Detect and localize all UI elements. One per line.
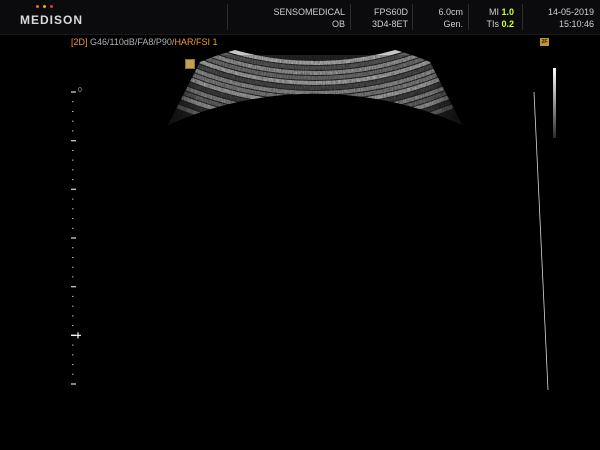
mi-readout: MI 1.0 [489, 7, 514, 18]
mi-label: MI [488, 7, 499, 17]
header-divider [468, 4, 469, 30]
depth-zero-label: 0 [78, 87, 82, 94]
exam-date: 14-05-2019 [547, 7, 594, 17]
application-name: OB [331, 19, 345, 29]
depth-readout: 6.0cm [438, 7, 463, 17]
header-divider [350, 4, 351, 30]
hospital-name: SENSOMEDICAL [273, 7, 345, 17]
exam-time: 15:10:46 [558, 19, 594, 29]
brand-dot-2 [43, 5, 46, 8]
focus-marker-icon[interactable] [71, 332, 81, 339]
brand-dot-3 [50, 5, 53, 8]
depth-scale-ticks [71, 91, 81, 385]
tis-label: TIs [486, 19, 499, 29]
status-header: MEDISON SENSOMEDICAL OB FPS60D 3D4-8ET 6… [0, 0, 600, 35]
gain-curve-line [533, 91, 549, 391]
preset-name: 3D4-8ET [371, 19, 408, 29]
mi-value: 1.0 [501, 7, 514, 17]
brand-logo: MEDISON [20, 13, 84, 27]
header-divider [412, 4, 413, 30]
tis-value: 0.2 [501, 19, 514, 29]
tis-readout: TIs 0.2 [486, 19, 514, 30]
brand-dots [32, 5, 72, 11]
probe-name: FPS60D [373, 7, 408, 17]
brand-dot-1 [36, 5, 39, 8]
frequency-readout: Gen. [443, 19, 463, 29]
ultrasound-image [71, 40, 549, 391]
gray-scale-bar [553, 68, 556, 138]
header-divider [522, 4, 523, 30]
header-divider [227, 4, 228, 30]
ultrasound-sector [168, 40, 462, 126]
